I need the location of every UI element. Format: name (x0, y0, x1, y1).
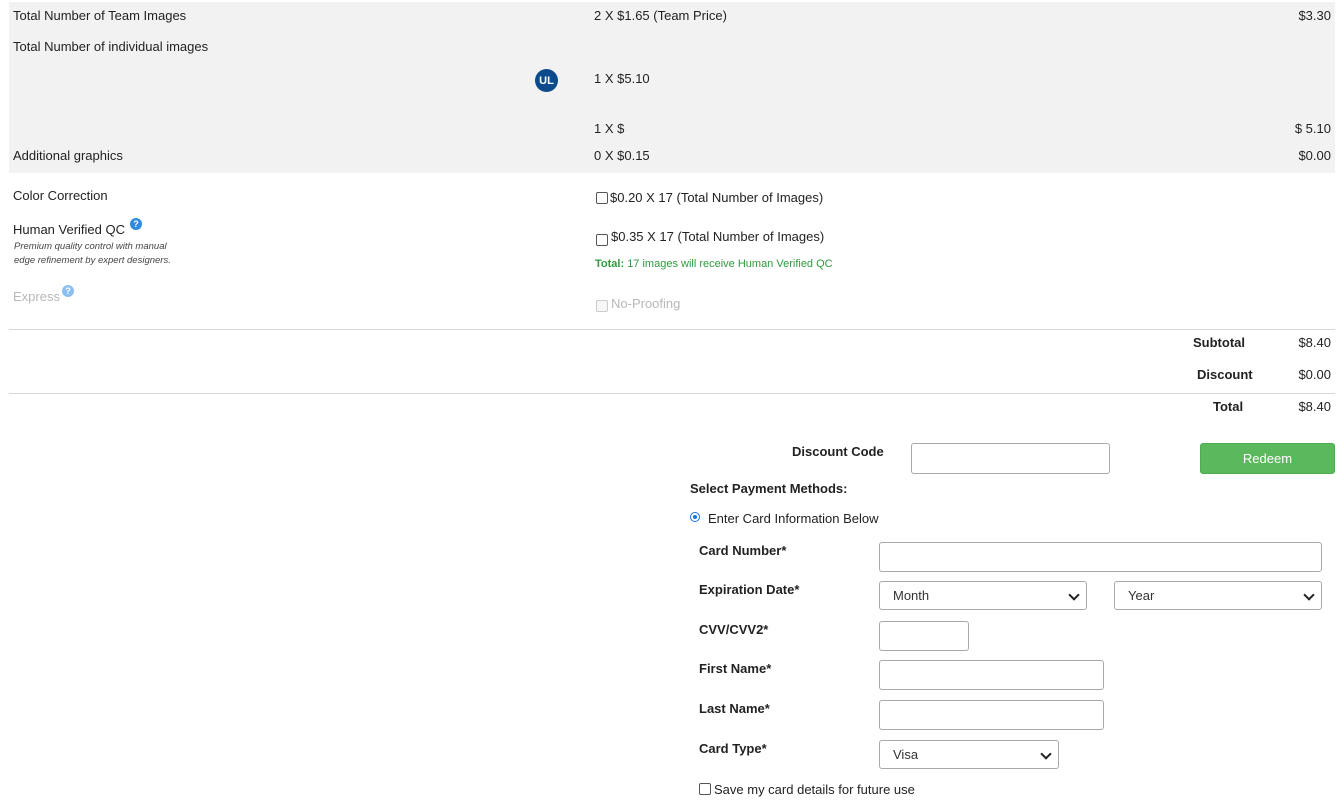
team-images-calc: 2 X $1.65 (Team Price) (594, 8, 727, 23)
pricing-band (9, 2, 1335, 173)
payment-methods-heading: Select Payment Methods: (690, 481, 848, 496)
last-name-label: Last Name* (699, 701, 770, 716)
no-proofing-checkbox (596, 300, 608, 312)
total-amount: $8.40 (1298, 399, 1331, 414)
discount-code-input[interactable] (911, 443, 1110, 474)
subtotal-amount: $8.40 (1298, 335, 1331, 350)
first-name-input[interactable] (879, 660, 1104, 690)
discount-label: Discount (1197, 367, 1253, 382)
hvqc-total-prefix: Total: (595, 258, 625, 270)
individual-subtotal-calc: 1 X $ (594, 121, 625, 136)
team-images-amount: $3.30 (1298, 8, 1331, 23)
team-images-label: Total Number of Team Images (13, 8, 187, 23)
hvqc-note-line1: Premium quality control with manual (14, 241, 167, 252)
first-name-label: First Name* (699, 661, 772, 676)
redeem-button[interactable]: Redeem (1200, 443, 1335, 474)
discount-code-label: Discount Code (792, 444, 884, 459)
expiration-date-label: Expiration Date* (699, 582, 800, 597)
express-label: Express (13, 289, 60, 304)
chevron-down-icon (1040, 748, 1052, 760)
hvqc-calc: $0.35 X 17 (Total Number of Images) (611, 229, 825, 244)
additional-graphics-label: Additional graphics (13, 148, 123, 163)
save-card-label: Save my card details for future use (714, 782, 915, 797)
expiration-year-select[interactable]: Year (1114, 581, 1322, 610)
additional-graphics-amount: $0.00 (1298, 148, 1331, 163)
hvqc-total-text: 17 images will receive Human Verified QC (627, 258, 833, 270)
card-number-input[interactable] (879, 542, 1322, 572)
card-type-value: Visa (893, 747, 919, 762)
card-type-label: Card Type* (699, 741, 767, 756)
save-card-checkbox[interactable] (699, 783, 711, 795)
card-type-select[interactable]: Visa (879, 740, 1059, 769)
card-payment-radio[interactable] (690, 512, 700, 522)
expiration-year-value: Year (1128, 588, 1155, 603)
cvv-input[interactable] (879, 621, 969, 651)
avatar: UL (535, 69, 558, 92)
individual-image-calc: 1 X $5.10 (594, 71, 650, 86)
color-correction-checkbox[interactable] (596, 192, 608, 204)
hvqc-label: Human Verified QC (13, 222, 125, 237)
chevron-down-icon (1303, 589, 1315, 601)
help-icon[interactable]: ? (62, 285, 74, 297)
expiration-month-select[interactable]: Month (879, 581, 1087, 610)
divider (9, 329, 1335, 330)
subtotal-label: Subtotal (1193, 335, 1245, 350)
individual-images-label: Total Number of individual images (13, 39, 209, 54)
cvv-label: CVV/CVV2* (699, 622, 769, 637)
hvqc-note-line2: edge refinement by expert designers. (14, 255, 171, 266)
chevron-down-icon (1068, 589, 1080, 601)
card-number-label: Card Number* (699, 543, 787, 558)
help-icon[interactable]: ? (130, 218, 142, 230)
color-correction-calc: $0.20 X 17 (Total Number of Images) (610, 190, 824, 205)
no-proofing-label: No-Proofing (611, 296, 681, 311)
discount-amount: $0.00 (1298, 367, 1331, 382)
color-correction-label: Color Correction (13, 188, 108, 203)
expiration-month-value: Month (893, 588, 930, 603)
total-label: Total (1213, 399, 1244, 414)
individual-amount: $ 5.10 (1294, 121, 1331, 136)
last-name-input[interactable] (879, 700, 1104, 730)
additional-graphics-calc: 0 X $0.15 (594, 148, 650, 163)
divider (9, 393, 1335, 394)
card-payment-label: Enter Card Information Below (708, 511, 879, 526)
hvqc-checkbox[interactable] (596, 234, 608, 246)
